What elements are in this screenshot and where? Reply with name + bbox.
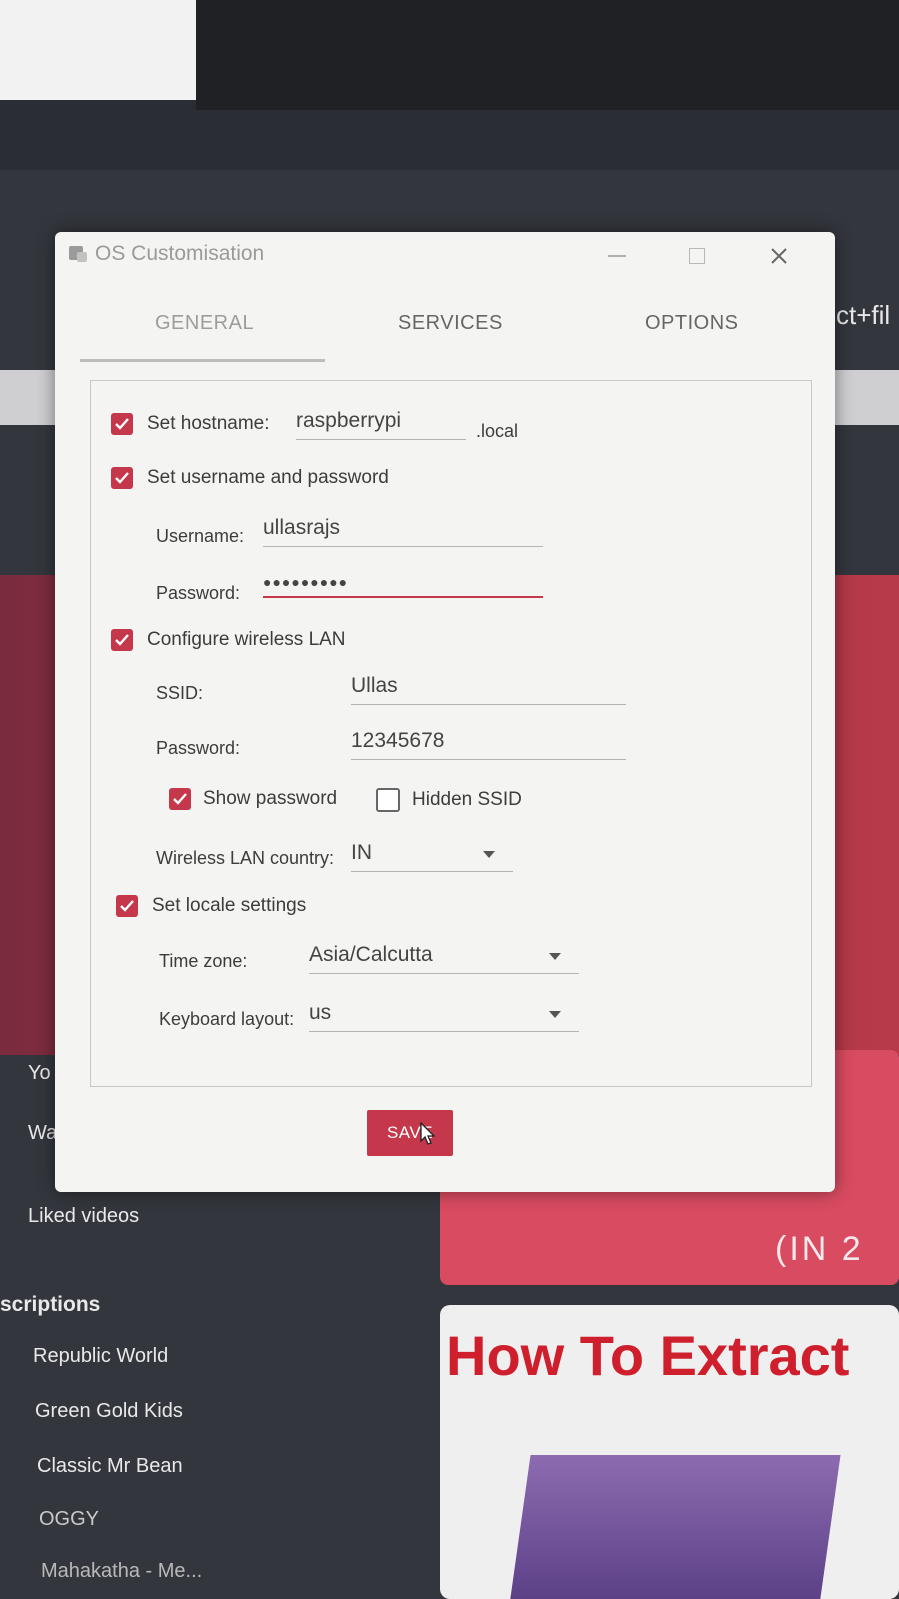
wifi-password-label: Password:	[156, 738, 241, 758]
username-label: Username:	[156, 526, 245, 546]
maximize-button[interactable]	[675, 238, 719, 274]
thumbnail-caption: (IN 2	[775, 1230, 864, 1268]
active-tab-indicator	[80, 359, 325, 362]
save-button[interactable]: SAVE	[367, 1110, 453, 1156]
keyboard-label: Keyboard layout:	[159, 1009, 295, 1029]
check-icon	[115, 472, 129, 484]
sidebar-item[interactable]: Yo	[28, 1062, 51, 1085]
thumbnail-title: How To Extract	[446, 1324, 850, 1387]
sidebar-item[interactable]: Wa	[28, 1122, 57, 1145]
ssid-label: SSID:	[156, 683, 204, 703]
keyboard-select[interactable]: us	[309, 1001, 579, 1032]
locale-checkbox[interactable]	[116, 895, 138, 917]
check-icon	[173, 793, 187, 805]
keyboard-value: us	[309, 1001, 332, 1024]
dialog-title: OS Customisation	[95, 242, 265, 265]
video-thumbnail-main[interactable]: How To Extract	[440, 1305, 899, 1599]
hidden-ssid-checkbox[interactable]	[376, 788, 400, 812]
wifi-country-label: Wireless LAN country:	[156, 848, 335, 868]
subscription-item[interactable]: Green Gold Kids	[35, 1400, 183, 1423]
hostname-label: Set hostname:	[147, 413, 270, 434]
ssid-input[interactable]: Ullas	[351, 674, 626, 705]
tab-options[interactable]: OPTIONS	[645, 312, 739, 335]
background-window	[0, 0, 196, 100]
chevron-down-icon	[483, 851, 495, 858]
hostname-row: Set hostname:	[111, 413, 270, 435]
maximize-icon	[689, 248, 705, 264]
wifi-country-select[interactable]: IN	[351, 841, 513, 872]
username-input[interactable]: ullasrajs	[263, 516, 543, 547]
chevron-down-icon	[549, 1011, 561, 1018]
background-tab-label: ct+fil	[836, 300, 891, 330]
password-label: Password:	[156, 583, 241, 603]
user-checkbox[interactable]	[111, 467, 133, 489]
timezone-label: Time zone:	[159, 951, 248, 971]
hostname-input[interactable]: raspberrypi	[296, 409, 466, 440]
archive-box-graphic	[509, 1455, 841, 1599]
timezone-select[interactable]: Asia/Calcutta	[309, 943, 579, 974]
sidebar-section-title: scriptions	[0, 1293, 101, 1316]
tab-bar: GENERAL SERVICES OPTIONS	[80, 312, 820, 362]
locale-row: Set locale settings	[116, 895, 306, 917]
sidebar-item-liked-videos[interactable]: Liked videos	[28, 1205, 139, 1228]
locale-label: Set locale settings	[152, 895, 307, 916]
check-icon	[120, 900, 134, 912]
mouse-cursor-icon	[420, 1122, 436, 1145]
wifi-label: Configure wireless LAN	[147, 629, 346, 650]
chevron-down-icon	[549, 953, 561, 960]
hostname-suffix: .local	[476, 421, 519, 441]
hostname-checkbox[interactable]	[111, 413, 133, 435]
title-bar[interactable]: OS Customisation	[55, 232, 835, 284]
show-password-checkbox[interactable]	[169, 788, 191, 810]
show-password-label: Show password	[203, 788, 338, 809]
wifi-checkbox[interactable]	[111, 629, 133, 651]
check-icon	[115, 634, 129, 646]
user-label: Set username and password	[147, 467, 389, 488]
timezone-value: Asia/Calcutta	[309, 943, 433, 966]
monitor-bezel	[196, 0, 899, 110]
subscription-item[interactable]: OGGY	[39, 1508, 99, 1531]
show-password-row: Show password	[169, 788, 337, 810]
os-customisation-dialog: OS Customisation GENERAL SERVICES OPTION…	[55, 232, 835, 1192]
wifi-password-input[interactable]: 12345678	[351, 729, 626, 760]
minimize-icon	[608, 255, 626, 257]
wifi-row: Configure wireless LAN	[111, 629, 346, 651]
check-icon	[115, 418, 129, 430]
hidden-ssid-row: Hidden SSID	[376, 788, 522, 812]
subscription-item[interactable]: Mahakatha - Me...	[41, 1560, 202, 1583]
tab-general[interactable]: GENERAL	[155, 312, 254, 335]
tab-services[interactable]: SERVICES	[398, 312, 503, 335]
minimize-button[interactable]	[595, 238, 639, 274]
close-button[interactable]	[757, 238, 801, 274]
close-icon	[771, 248, 787, 264]
user-row: Set username and password	[111, 467, 389, 489]
subscription-item[interactable]: Classic Mr Bean	[37, 1455, 183, 1478]
subscription-item[interactable]: Republic World	[33, 1345, 168, 1368]
password-input[interactable]: ●●●●●●●●●	[263, 574, 543, 598]
hidden-ssid-label: Hidden SSID	[412, 789, 522, 810]
general-settings-panel: Set hostname: raspberrypi .local Set use…	[90, 380, 812, 1087]
wifi-country-value: IN	[351, 841, 372, 864]
app-icon	[69, 246, 87, 262]
